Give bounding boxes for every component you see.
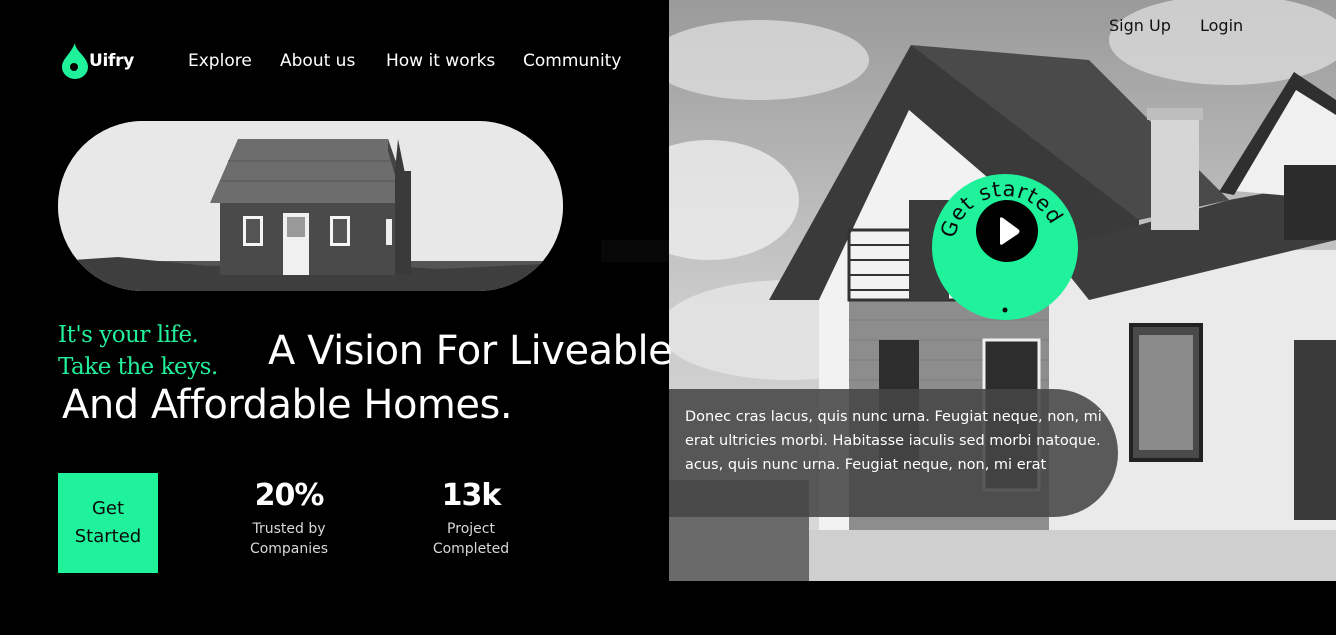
- get-started-label: Get Started: [74, 498, 142, 547]
- tagline-line2: Take the keys.: [58, 354, 218, 380]
- nav-community[interactable]: Community: [523, 51, 621, 71]
- nav-about-us[interactable]: About us: [280, 51, 355, 71]
- drop-logo-icon: [62, 43, 88, 79]
- nav-explore[interactable]: Explore: [188, 51, 252, 71]
- stat-label-line1: Trusted by: [252, 521, 326, 537]
- description-card: Donec cras lacus, quis nunc urna. Feugia…: [669, 389, 1118, 517]
- get-started-badge[interactable]: Get started: [932, 174, 1078, 320]
- signup-link[interactable]: Sign Up: [1109, 16, 1171, 35]
- get-started-button[interactable]: Get Started: [58, 473, 158, 573]
- nav-how-it-works[interactable]: How it works: [386, 51, 495, 71]
- headline-line1: A Vision For Liveable: [268, 328, 673, 374]
- headline-line2: And Affordable Homes.: [62, 382, 513, 428]
- stat-projects: 13k Project Completed: [412, 478, 530, 559]
- stat-label-line1: Project: [447, 521, 495, 537]
- stat-value: 13k: [441, 478, 502, 513]
- tagline-line1: It's your life.: [58, 322, 199, 348]
- brand-logo[interactable]: Uifry: [62, 43, 134, 79]
- description-text: Donec cras lacus, quis nunc urna. Feugia…: [685, 409, 1102, 473]
- stat-value: 20%: [254, 478, 325, 513]
- cabin-photo: [58, 121, 563, 291]
- stat-trusted: 20% Trusted by Companies: [230, 478, 348, 559]
- play-icon[interactable]: [976, 200, 1038, 262]
- login-link[interactable]: Login: [1200, 16, 1243, 35]
- stat-label-line2: Completed: [432, 541, 510, 557]
- stat-label-line2: Companies: [249, 541, 329, 557]
- brand-name: Uifry: [89, 51, 134, 71]
- faint-overlay: [601, 240, 761, 262]
